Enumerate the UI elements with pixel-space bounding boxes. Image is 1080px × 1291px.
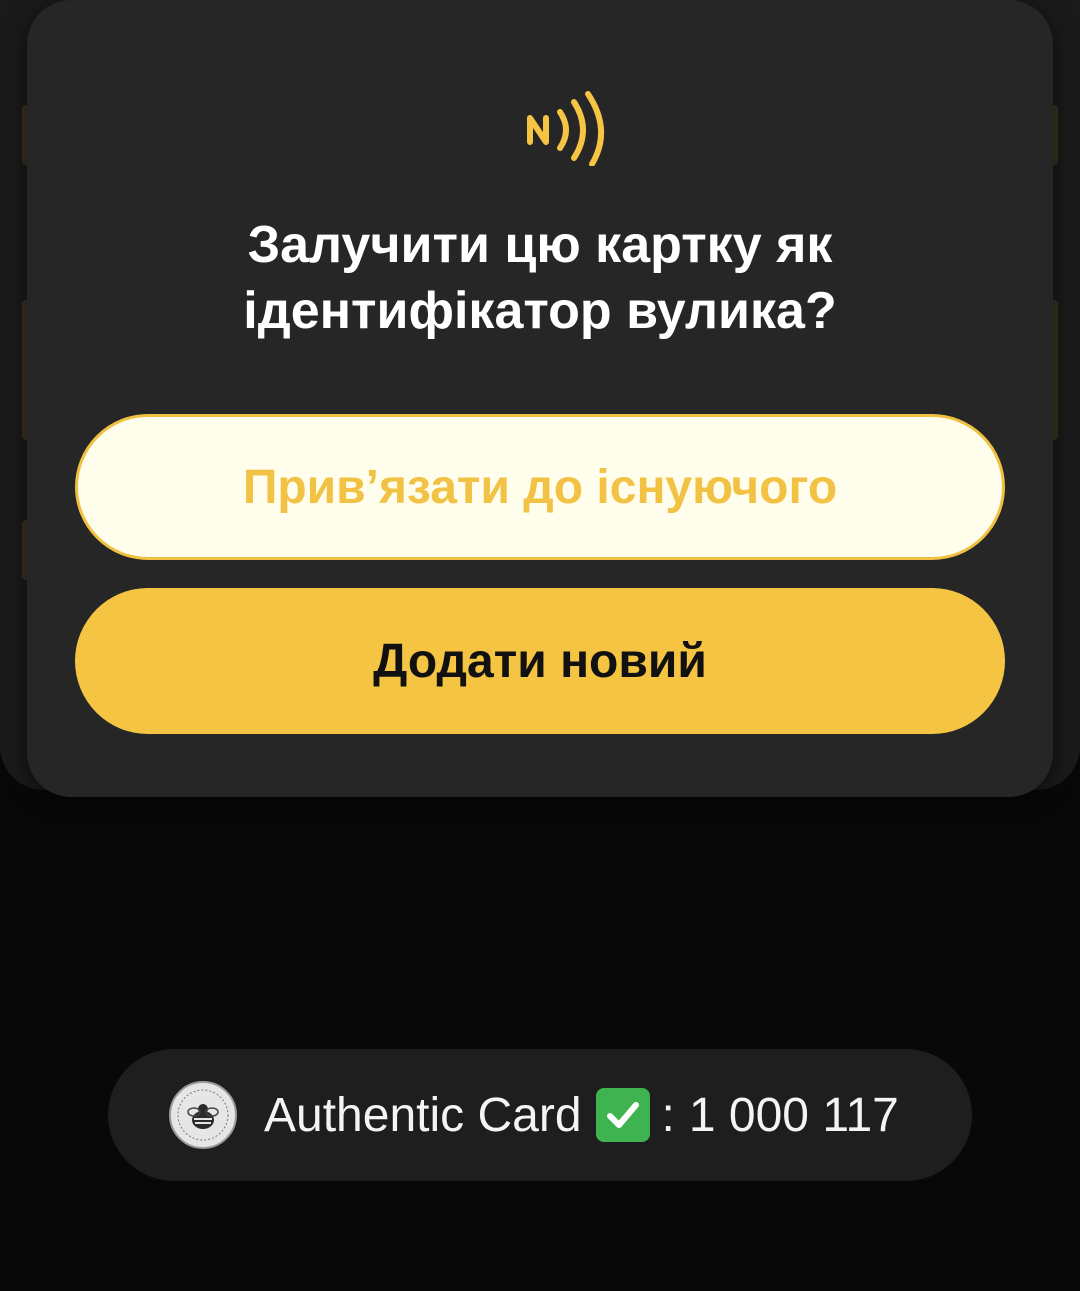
authentic-card-label: Authentic Card (264, 1088, 582, 1142)
authentic-card-text: Authentic Card : 1 000 117 (264, 1049, 899, 1181)
authentic-card-number: 1 000 117 (688, 1088, 899, 1142)
bee-seal-icon (169, 1081, 237, 1149)
authentic-card-separator: : (661, 1088, 675, 1142)
authentic-card-badge: Authentic Card : 1 000 117 (108, 1049, 972, 1181)
check-mark-icon (595, 1088, 650, 1142)
add-new-button[interactable]: Додати новий (75, 588, 1005, 734)
enroll-card-dialog: Залучити цю картку як ідентифікатор вули… (27, 0, 1053, 797)
screen: Залучити цю картку як ідентифікатор вули… (0, 0, 1080, 1291)
link-existing-button[interactable]: Прив’язати до існуючого (75, 414, 1005, 560)
nfc-icon (527, 91, 605, 166)
dialog-title: Залучити цю картку як ідентифікатор вули… (243, 216, 837, 340)
link-existing-label: Прив’язати до існуючого (242, 460, 838, 514)
add-new-label: Додати новий (373, 634, 707, 688)
